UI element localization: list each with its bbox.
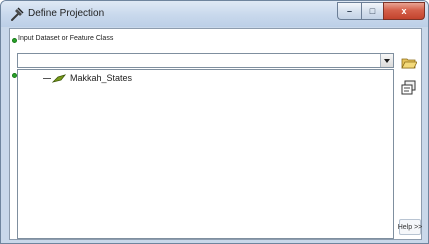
properties-button[interactable] (399, 78, 419, 97)
browse-button[interactable] (399, 53, 419, 72)
window-title: Define Projection (28, 8, 105, 19)
close-button[interactable]: x (383, 2, 425, 20)
close-icon: x (401, 6, 407, 16)
properties-icon (401, 80, 416, 95)
layer-label: Makkah_States (70, 73, 133, 83)
open-folder-icon (401, 58, 417, 68)
help-button[interactable]: Help >> (397, 219, 423, 235)
minimize-icon: – (346, 6, 352, 16)
list-item[interactable]: Makkah_States (18, 72, 393, 86)
required-field-dot-icon (12, 38, 17, 43)
input-dataset-combobox[interactable] (17, 53, 394, 68)
maximize-icon: □ (369, 6, 376, 16)
chevron-down-icon[interactable] (380, 54, 393, 67)
polygon-layer-icon (52, 74, 66, 83)
help-label: Help >> (397, 223, 423, 231)
define-projection-window: Define Projection – □ x Input Dataset or… (0, 0, 429, 244)
tool-dialog-body: Input Dataset or Feature Class Makkah_St… (9, 28, 422, 240)
hammer-tool-icon (11, 7, 24, 21)
caption-buttons: – □ x (337, 2, 425, 20)
maximize-button[interactable]: □ (361, 2, 383, 20)
layer-list: Makkah_States (17, 69, 394, 239)
input-dataset-label: Input Dataset or Feature Class (18, 35, 114, 42)
minimize-button[interactable]: – (337, 2, 361, 20)
title-bar[interactable]: Define Projection – □ x (1, 1, 428, 27)
tree-connector (43, 78, 51, 79)
